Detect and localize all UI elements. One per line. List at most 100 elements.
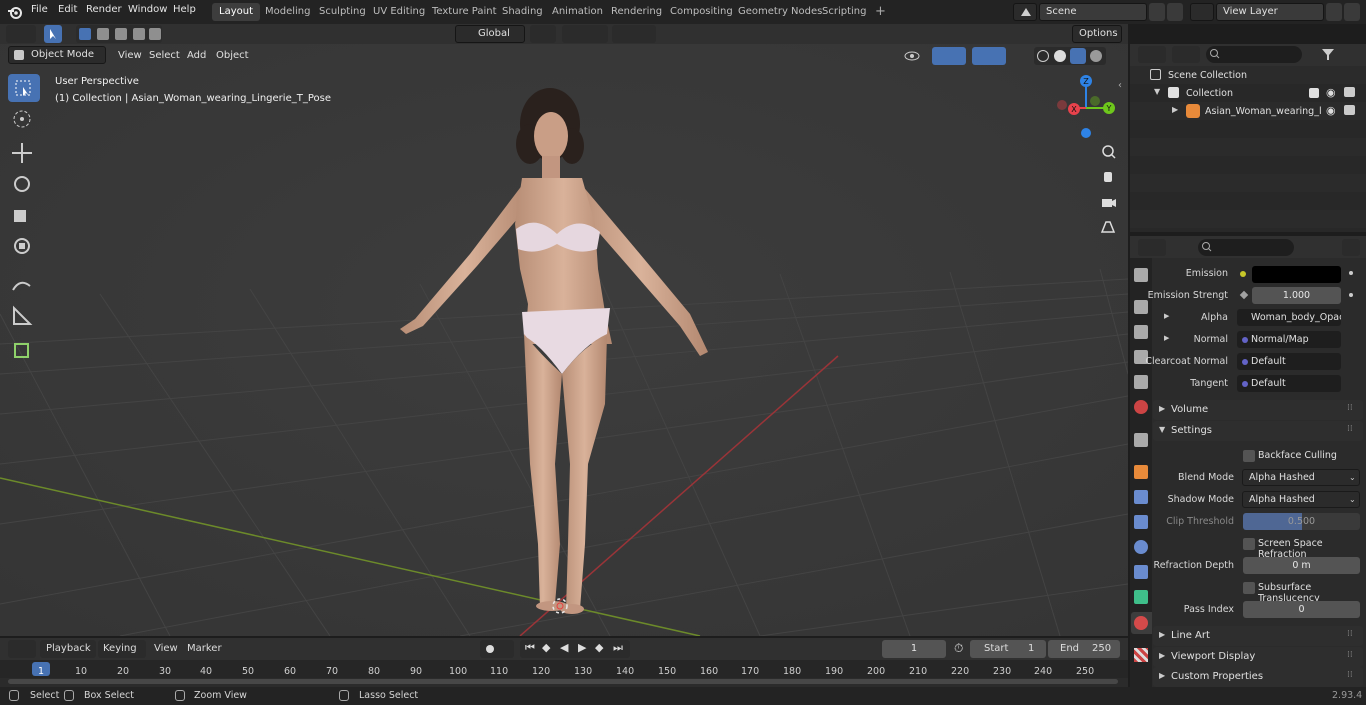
sidebar-toggle-icon[interactable]: ‹ <box>1118 80 1122 91</box>
solid-shading-icon[interactable] <box>1054 50 1066 62</box>
volume-panel-header[interactable]: ▶ Volume ⁞⁞ <box>1153 400 1363 420</box>
particles-tab-icon[interactable] <box>1134 515 1148 529</box>
display-mode-icon[interactable] <box>1172 46 1200 63</box>
pass-index-field[interactable]: 0 <box>1243 601 1360 618</box>
scale-tool-icon[interactable] <box>8 202 40 230</box>
tab-layout[interactable]: Layout <box>212 3 260 21</box>
rendered-shading-icon[interactable] <box>1090 50 1102 62</box>
clip-threshold-slider[interactable]: 0.500 <box>1243 513 1360 530</box>
wireframe-shading-icon[interactable] <box>1037 50 1049 62</box>
constraints-tab-icon[interactable] <box>1134 565 1148 579</box>
navigation-gizmo[interactable]: Z Y X <box>1052 72 1122 142</box>
shadow-mode-dropdown[interactable]: Alpha Hashed ⌄ <box>1242 491 1360 508</box>
timeline-scrollbar[interactable] <box>8 679 1118 684</box>
tab-compositing[interactable]: Compositing <box>663 3 740 21</box>
outliner-row-collection[interactable]: ▼ Collection ◉ <box>1130 84 1366 102</box>
current-frame-field[interactable]: 1 <box>882 640 946 658</box>
viewport-menu-object[interactable]: Object <box>210 47 255 65</box>
viewport-menu-add[interactable]: Add <box>181 47 212 65</box>
next-keyframe-icon[interactable]: ◆ <box>595 641 603 654</box>
menu-window[interactable]: Window <box>128 4 167 15</box>
normal-field[interactable]: Normal/Map <box>1237 331 1341 348</box>
stopwatch-icon[interactable]: ⏱ <box>954 641 963 656</box>
prev-keyframe-icon[interactable]: ◆ <box>542 641 550 654</box>
outliner[interactable]: Scene Collection ▼ Collection ◉ ▶ Asian_… <box>1130 44 1366 232</box>
new-scene-icon[interactable] <box>1149 3 1165 21</box>
custom-properties-panel-header[interactable]: ▶ Custom Properties ⁞⁞ <box>1153 667 1363 687</box>
object-eye-icon[interactable]: ◉ <box>1326 104 1336 117</box>
delete-scene-icon[interactable] <box>1167 3 1183 21</box>
properties-editor-type-icon[interactable] <box>1138 239 1166 256</box>
camera-icon[interactable] <box>1344 87 1355 97</box>
transform-tool-icon[interactable] <box>8 233 40 261</box>
end-frame-field[interactable]: End 250 <box>1048 640 1120 658</box>
tab-rendering[interactable]: Rendering <box>604 3 669 21</box>
scene-name-field[interactable]: Scene <box>1039 3 1147 21</box>
emission-keyframe-icon[interactable] <box>1349 271 1353 275</box>
line-art-panel-header[interactable]: ▶ Line Art ⁞⁞ <box>1153 626 1363 646</box>
camera-view-icon[interactable] <box>1098 192 1118 212</box>
settings-drag-handle-icon[interactable]: ⁞⁞ <box>1347 424 1353 434</box>
selection-mode-buttons[interactable] <box>76 25 162 43</box>
data-tab-icon[interactable] <box>1134 590 1148 604</box>
alpha-field[interactable]: Woman_body_Opac... <box>1237 309 1341 326</box>
texture-tab-icon[interactable] <box>1134 648 1148 662</box>
backface-culling-checkbox[interactable] <box>1243 450 1255 462</box>
options-dropdown[interactable]: Options <box>1072 25 1122 43</box>
tab-animation[interactable]: Animation <box>545 3 610 21</box>
start-frame-field[interactable]: Start 1 <box>970 640 1046 658</box>
filter-icon[interactable] <box>1318 46 1344 63</box>
annotate-tool-icon[interactable] <box>8 270 40 298</box>
world-tab-icon[interactable] <box>1134 400 1148 414</box>
normal-socket-icon[interactable] <box>1242 337 1248 343</box>
scene-selector-icon[interactable] <box>1013 3 1037 21</box>
play-reverse-icon[interactable]: ◀ <box>560 641 568 654</box>
jump-start-icon[interactable]: ⏮ <box>525 641 535 655</box>
blend-mode-dropdown[interactable]: Alpha Hashed ⌄ <box>1242 469 1360 486</box>
visibility-icon[interactable] <box>902 47 928 65</box>
rotate-tool-icon[interactable] <box>8 171 40 199</box>
cursor-tool-icon[interactable] <box>8 106 40 134</box>
emission-color-swatch[interactable] <box>1252 266 1341 283</box>
properties-options-icon[interactable] <box>1342 239 1360 256</box>
clearcoat-socket-icon[interactable] <box>1242 359 1248 365</box>
view-layer-selector-icon[interactable] <box>1190 3 1214 21</box>
auto-keying-button[interactable] <box>480 640 514 658</box>
screen-space-refraction-checkbox[interactable] <box>1243 538 1255 550</box>
move-tool-icon[interactable] <box>8 140 40 168</box>
drag-handle-icon[interactable]: ⁞⁞ <box>1347 403 1353 413</box>
playback-controls[interactable]: ⏮ ◆ ◀ ▶ ◆ ⏭ <box>520 640 630 658</box>
mode-subtract-icon[interactable] <box>115 28 127 40</box>
timeline-view-menu[interactable]: View <box>154 643 178 654</box>
settings-panel-header[interactable]: ▼ Settings ⁞⁞ <box>1153 421 1363 441</box>
keying-menu[interactable]: Keying <box>98 640 146 658</box>
refraction-depth-field[interactable]: 0 m <box>1243 557 1360 574</box>
viewport-menu-select[interactable]: Select <box>143 47 186 65</box>
emission-strength-field[interactable]: 1.000 <box>1252 287 1341 304</box>
exclude-checkbox[interactable] <box>1309 88 1319 98</box>
tangent-field[interactable]: Default <box>1237 375 1341 392</box>
properties-search-input[interactable] <box>1198 239 1294 256</box>
mode-dropdown[interactable]: Object Mode <box>8 46 106 64</box>
tab-scripting[interactable]: Scripting <box>815 3 873 21</box>
playback-menu[interactable]: Playback <box>40 640 96 658</box>
add-cube-tool-icon[interactable] <box>8 336 40 364</box>
emission-socket-icon[interactable] <box>1240 271 1246 277</box>
menu-edit[interactable]: Edit <box>58 4 77 15</box>
shading-mode-buttons[interactable] <box>1034 47 1106 65</box>
mode-extend-icon[interactable] <box>97 28 109 40</box>
outliner-search-input[interactable] <box>1206 46 1302 63</box>
transform-orientation-dropdown[interactable]: Global <box>455 25 525 43</box>
perspective-toggle-icon[interactable] <box>1098 217 1118 237</box>
object-tab-icon[interactable] <box>1134 465 1148 479</box>
timeline-editor-type-icon[interactable] <box>8 640 36 658</box>
editor-type-icon[interactable] <box>6 25 36 43</box>
blender-logo-icon[interactable] <box>6 3 24 21</box>
snap-icon[interactable] <box>562 25 608 43</box>
line-art-drag-handle-icon[interactable]: ⁞⁞ <box>1347 629 1353 639</box>
mode-intersect-icon[interactable] <box>149 28 161 40</box>
physics-tab-icon[interactable] <box>1134 540 1148 554</box>
material-tab-active[interactable] <box>1131 612 1152 634</box>
pivot-point-icon[interactable] <box>530 25 556 43</box>
tab-modeling[interactable]: Modeling <box>258 3 318 21</box>
